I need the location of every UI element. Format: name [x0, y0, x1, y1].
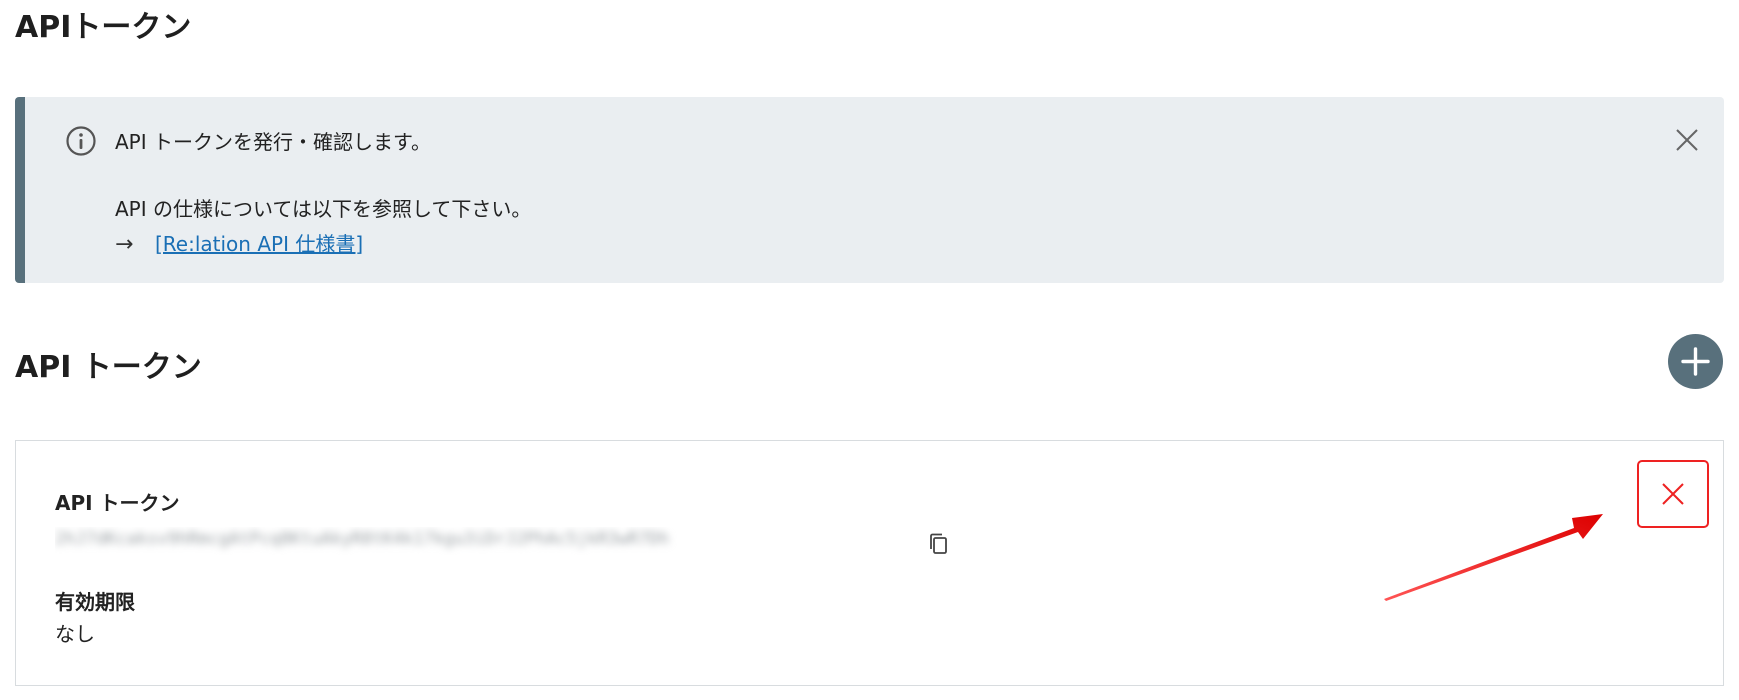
token-card: API トークン 2hJ7dKcaksv9hRmcgAtPcq8KtuAkyR8… — [15, 440, 1724, 686]
info-description: API トークンを発行・確認します。 — [115, 130, 431, 154]
info-spec-note: API の仕様については以下を参照して下さい。 — [115, 197, 532, 221]
close-icon — [1662, 483, 1684, 505]
right-arrow-icon: → — [115, 232, 134, 257]
copy-icon[interactable] — [926, 531, 952, 557]
api-spec-link[interactable]: [Re:lation API 仕様書] — [155, 232, 363, 256]
delete-token-button[interactable] — [1637, 460, 1709, 528]
page-title: APIトークン — [15, 10, 192, 45]
token-value: 2hJ7dKcaksv9hRmcgAtPcq8KtuAkyR8tK4k17kgu… — [55, 527, 905, 555]
expiry-label: 有効期限 — [55, 590, 135, 614]
token-value-text: 2hJ7dKcaksv9hRmcgAtPcq8KtuAkyR8tK4k17kgu… — [55, 529, 670, 549]
expiry-value: なし — [55, 622, 95, 646]
info-circle-icon — [65, 125, 97, 157]
add-token-button[interactable] — [1668, 334, 1723, 389]
section-title: API トークン — [15, 350, 202, 385]
close-icon[interactable] — [1672, 125, 1702, 155]
info-alert: API トークンを発行・確認します。 API の仕様については以下を参照して下さ… — [15, 97, 1724, 283]
info-link-row: → [Re:lation API 仕様書] — [115, 228, 363, 257]
token-label: API トークン — [55, 491, 180, 515]
plus-icon — [1681, 347, 1710, 376]
